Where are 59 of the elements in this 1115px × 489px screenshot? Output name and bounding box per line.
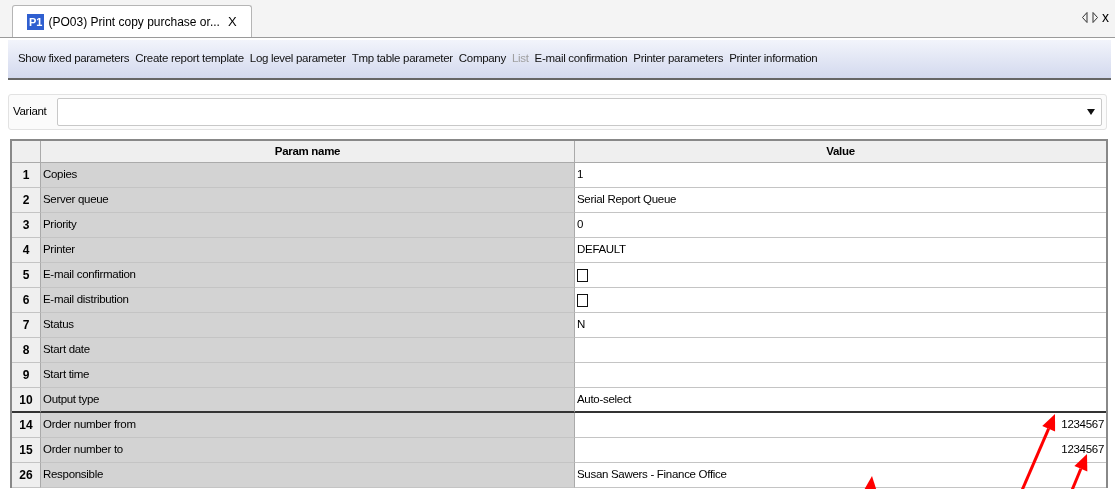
param-name-cell: E-mail confirmation xyxy=(41,263,575,288)
value-text[interactable]: N xyxy=(577,316,585,334)
param-name-cell: Copies xyxy=(41,163,575,188)
param-name-cell: E-mail distribution xyxy=(41,288,575,313)
variant-label: Variant xyxy=(13,104,48,120)
close-button[interactable]: x xyxy=(1102,10,1109,24)
value-text[interactable]: 1234567 xyxy=(1061,441,1104,459)
dropdown-arrow-icon xyxy=(1087,109,1095,115)
toolbar-button[interactable]: Printer parameters xyxy=(633,50,724,68)
value-text[interactable]: Auto-select xyxy=(577,390,632,409)
annotation-arrow xyxy=(863,476,878,489)
value-text[interactable]: DEFAULT xyxy=(577,241,626,259)
header-corner-cell xyxy=(12,141,41,163)
param-name-cell: Responsible xyxy=(41,463,575,488)
toolbar-button[interactable]: Printer information xyxy=(729,50,818,68)
toolbar-button[interactable]: Company xyxy=(458,50,506,68)
row-number: 9 xyxy=(12,363,41,388)
toolbar-button[interactable]: Show fixed parameters xyxy=(18,50,130,68)
row-number: 2 xyxy=(12,188,41,213)
toolbar-button[interactable]: E-mail confirmation xyxy=(534,50,628,68)
row-number: 1 xyxy=(12,163,41,188)
checkbox[interactable] xyxy=(577,268,588,282)
row-number: 6 xyxy=(12,288,41,313)
param-name-cell: Order number from xyxy=(41,413,575,438)
value-text[interactable]: 1234567 xyxy=(1061,416,1104,434)
param-name-cell: Status xyxy=(41,313,575,338)
toolbar-button[interactable]: Tmp table parameter xyxy=(351,50,453,68)
document-tab[interactable]: P1 (PO03) Print copy purchase or... X xyxy=(12,5,252,37)
row-number: 15 xyxy=(12,438,41,463)
param-name-cell: Printer xyxy=(41,238,575,263)
row-number: 4 xyxy=(12,238,41,263)
scroll-right-icon[interactable] xyxy=(1092,11,1098,23)
toolbar-button[interactable]: Create report template xyxy=(135,50,244,68)
toolbar-button[interactable]: Log level parameter xyxy=(249,50,346,68)
param-name-cell: Output type xyxy=(41,388,575,413)
param-name-cell: Start date xyxy=(41,338,575,363)
annotation-arrow xyxy=(1068,454,1088,489)
param-name-cell: Server queue xyxy=(41,188,575,213)
row-number: 14 xyxy=(12,413,41,438)
scroll-left-icon[interactable] xyxy=(1082,11,1088,23)
param-name-cell: Priority xyxy=(41,213,575,238)
tab-close-button[interactable]: X xyxy=(227,11,237,32)
row-number: 3 xyxy=(12,213,41,238)
row-number: 10 xyxy=(12,388,41,413)
value-text[interactable]: Serial Report Queue xyxy=(577,191,677,209)
value-text[interactable]: 0 xyxy=(577,216,584,234)
tab-title: (PO03) Print copy purchase or... xyxy=(48,13,220,31)
column-header[interactable]: Param name xyxy=(41,141,575,163)
value-text[interactable]: 1 xyxy=(577,166,584,184)
tab-app-icon: P1 xyxy=(27,13,45,30)
param-name-cell: Order number to xyxy=(41,438,575,463)
row-number: 26 xyxy=(12,463,41,488)
row-number: 5 xyxy=(12,263,41,288)
row-number: 7 xyxy=(12,313,41,338)
column-header[interactable]: Value xyxy=(575,141,1106,163)
param-name-cell: Start time xyxy=(41,363,575,388)
checkbox[interactable] xyxy=(577,293,588,307)
row-number: 8 xyxy=(12,338,41,363)
value-text[interactable]: Susan Sawers - Finance Office xyxy=(577,466,727,484)
